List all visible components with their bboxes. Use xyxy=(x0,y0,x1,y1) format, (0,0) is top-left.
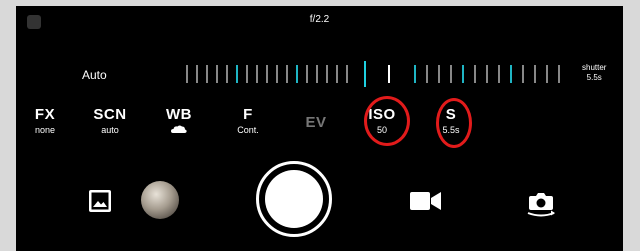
scale-auto-label[interactable]: Auto xyxy=(82,68,107,82)
scale-tick xyxy=(510,65,512,83)
shutter-readout-label: shutter xyxy=(582,63,607,72)
scale-tick xyxy=(474,65,476,83)
mode-scn-value: auto xyxy=(101,125,119,135)
scale-tick xyxy=(486,65,488,83)
last-photo-thumbnail[interactable] xyxy=(141,181,179,219)
scale-tick xyxy=(306,65,308,83)
mode-fx-value: none xyxy=(34,125,56,135)
scale-tick xyxy=(438,65,440,83)
cloud-icon xyxy=(171,125,187,133)
shutter-button-inner xyxy=(265,170,323,228)
scale-tick xyxy=(450,65,452,83)
scale-tick xyxy=(236,65,238,83)
mode-scn[interactable]: SCN auto xyxy=(80,106,140,135)
scale-tick xyxy=(286,65,288,83)
mode-ev-label: EV xyxy=(305,114,327,131)
iso-highlight-circle xyxy=(364,96,410,146)
scale-tick xyxy=(206,65,208,83)
mode-ev[interactable]: EV xyxy=(286,114,346,131)
mode-fx-label: FX xyxy=(34,106,56,123)
shutter-scale-slider[interactable] xyxy=(186,61,566,89)
camera-screen: f/2.2 Auto shutter 5.5s FX none SCN auto… xyxy=(16,6,623,251)
aperture-readout: f/2.2 xyxy=(309,14,330,25)
scale-tick xyxy=(546,65,548,83)
scale-tick xyxy=(316,65,318,83)
switch-camera-icon[interactable] xyxy=(524,185,558,219)
scale-tick xyxy=(558,65,560,83)
mode-focus[interactable]: F Cont. xyxy=(218,106,278,135)
scale-tick xyxy=(388,65,390,83)
scale-tick xyxy=(226,65,228,83)
scale-tick xyxy=(534,65,536,83)
scale-tick xyxy=(326,65,328,83)
scale-tick xyxy=(276,65,278,83)
mode-focus-value: Cont. xyxy=(237,125,259,135)
scale-current-marker[interactable] xyxy=(364,61,366,87)
mode-scn-label: SCN xyxy=(93,106,127,123)
video-camera-icon[interactable] xyxy=(409,190,443,212)
mode-wb[interactable]: WB xyxy=(149,106,209,134)
scale-tick xyxy=(346,65,348,83)
scale-tick xyxy=(462,65,464,83)
scale-tick xyxy=(296,65,298,83)
scale-tick xyxy=(246,65,248,83)
scale-tick xyxy=(216,65,218,83)
scale-tick xyxy=(498,65,500,83)
mode-focus-label: F xyxy=(243,106,253,123)
gallery-icon[interactable] xyxy=(88,189,112,213)
s-highlight-circle xyxy=(436,98,472,148)
scale-tick xyxy=(336,65,338,83)
scale-tick xyxy=(522,65,524,83)
scale-tick xyxy=(256,65,258,83)
scale-tick xyxy=(426,65,428,83)
scale-tick xyxy=(186,65,188,83)
mode-fx[interactable]: FX none xyxy=(16,106,75,135)
scale-tick xyxy=(266,65,268,83)
mode-wb-label: WB xyxy=(166,106,192,123)
scale-tick xyxy=(196,65,198,83)
shutter-readout-value: 5.5s xyxy=(586,73,602,82)
shutter-readout: shutter 5.5s xyxy=(582,63,606,83)
shutter-button[interactable] xyxy=(256,161,332,237)
scale-tick xyxy=(414,65,416,83)
